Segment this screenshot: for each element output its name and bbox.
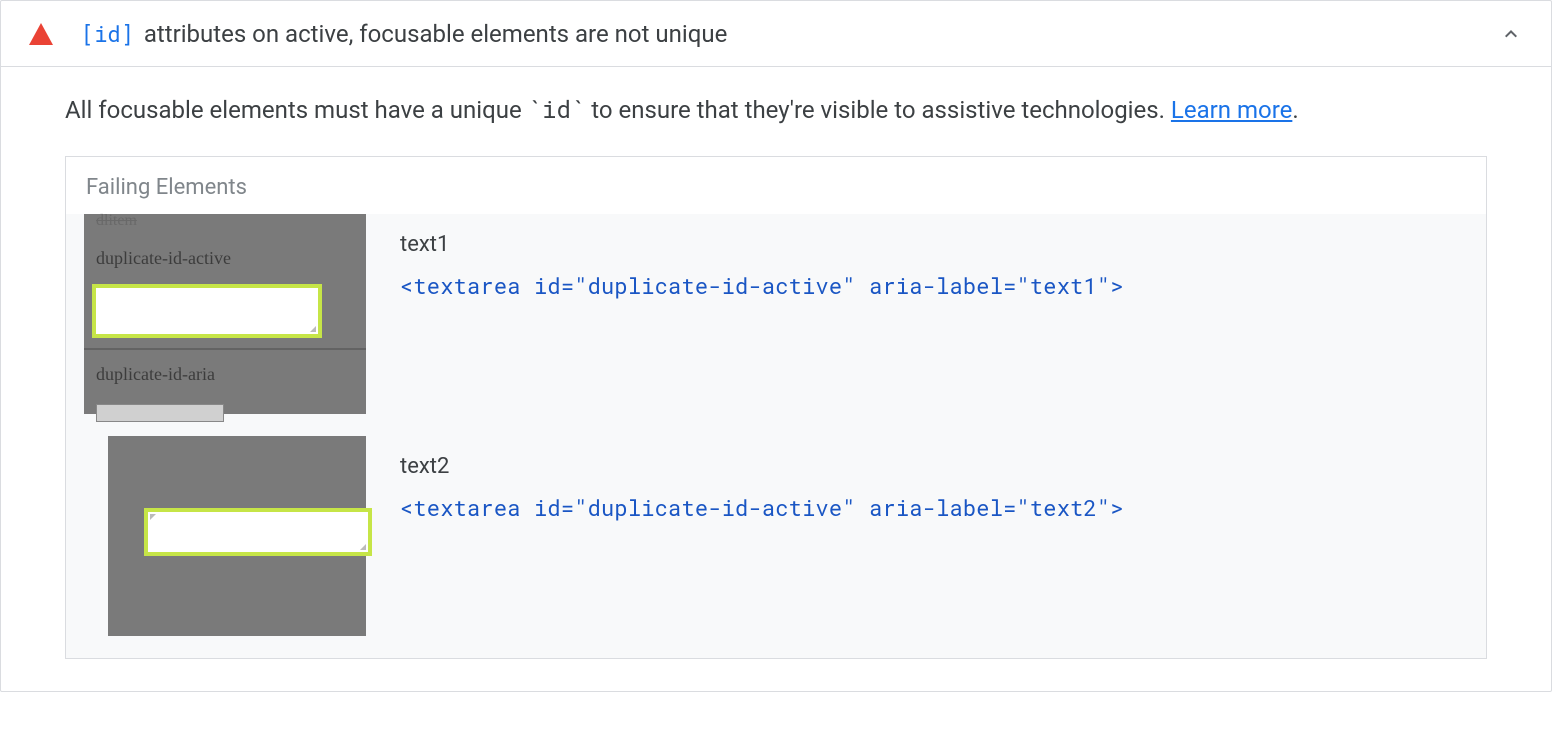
thumbnail-highlight — [144, 508, 372, 556]
failing-thumbnail[interactable] — [108, 436, 366, 636]
thumbnail-text: duplicate-id-aria — [96, 364, 215, 385]
thumbnail-divider — [84, 348, 366, 350]
failing-thumbnail-wrapper — [66, 436, 366, 636]
audit-body: All focusable elements must have a uniqu… — [1, 67, 1551, 691]
failing-elements-heading: Failing Elements — [66, 157, 1486, 214]
failing-element-label: text2 — [400, 454, 1124, 479]
audit-description-suffix: to ensure that they're visible to assist… — [585, 96, 1171, 124]
audit-description-prefix: All focusable elements must have a uniqu… — [65, 96, 528, 124]
failing-element-code[interactable]: <textarea id="duplicate-id-active" aria-… — [400, 493, 1124, 522]
audit-description-period: . — [1292, 96, 1298, 124]
failing-element-details: text2 <textarea id="duplicate-id-active"… — [366, 436, 1124, 522]
audit-title-text: attributes on active, focusable elements… — [144, 20, 728, 48]
failing-element-label: text1 — [400, 232, 1124, 257]
failing-thumbnail-wrapper: dlitem duplicate-id-active duplicate-id-… — [66, 214, 366, 414]
audit-title: [id] attributes on active, focusable ele… — [81, 19, 1499, 48]
learn-more-link[interactable]: Learn more — [1171, 96, 1292, 124]
audit-description-code: `id` — [528, 93, 586, 125]
failing-thumbnail[interactable]: dlitem duplicate-id-active duplicate-id-… — [84, 214, 366, 414]
chevron-up-icon[interactable] — [1499, 22, 1523, 46]
failing-element-row: dlitem duplicate-id-active duplicate-id-… — [66, 214, 1486, 436]
thumbnail-highlight — [92, 284, 322, 338]
failing-element-code[interactable]: <textarea id="duplicate-id-active" aria-… — [400, 271, 1124, 300]
warning-triangle-icon — [29, 23, 53, 45]
failing-element-details: text1 <textarea id="duplicate-id-active"… — [366, 214, 1124, 300]
thumbnail-text: duplicate-id-active — [96, 248, 231, 269]
audit-id-code: [id] — [81, 19, 134, 48]
audit-description: All focusable elements must have a uniqu… — [65, 93, 1487, 128]
audit-item: [id] attributes on active, focusable ele… — [0, 0, 1552, 692]
thumbnail-input-fragment — [96, 404, 224, 422]
failing-elements-panel: Failing Elements dlitem duplicate-id-act… — [65, 156, 1487, 659]
thumbnail-cropped-text: dlitem — [96, 212, 137, 230]
failing-element-row: text2 <textarea id="duplicate-id-active"… — [66, 436, 1486, 658]
audit-header[interactable]: [id] attributes on active, focusable ele… — [1, 1, 1551, 67]
